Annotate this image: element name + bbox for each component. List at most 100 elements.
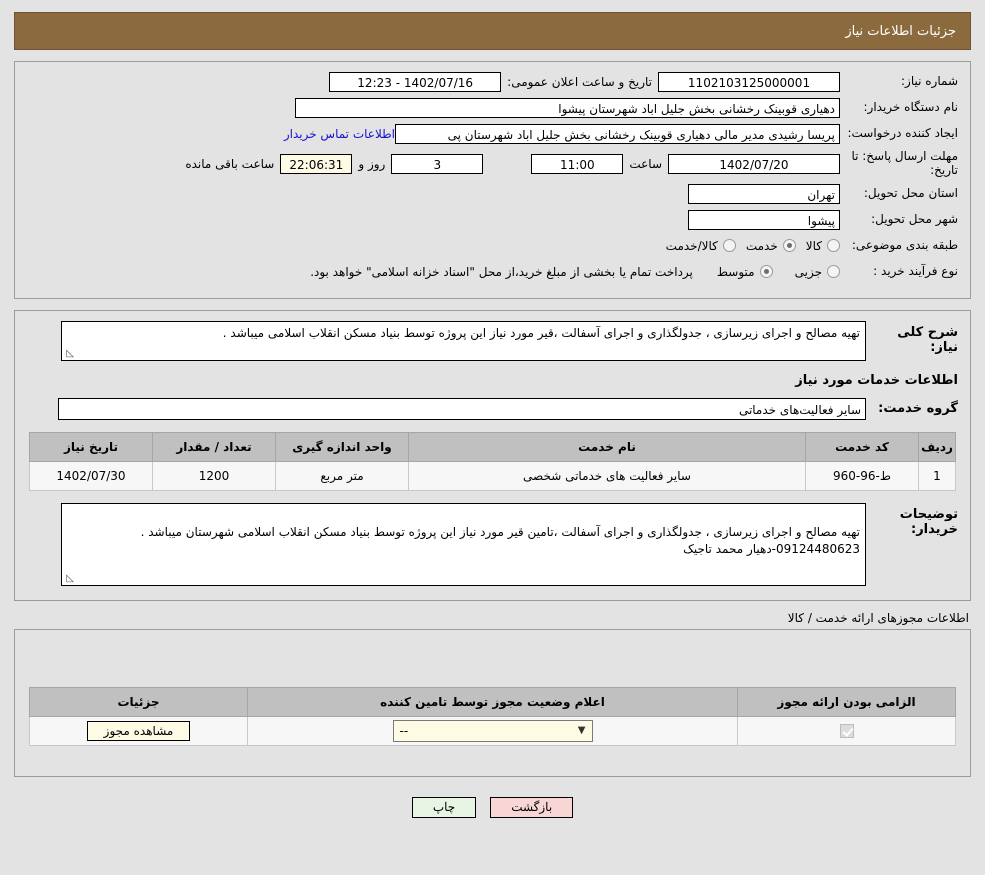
days-label: روز و bbox=[358, 156, 386, 171]
cell-service-code: ط-96-960 bbox=[805, 460, 919, 491]
process-option-jozi[interactable]: جزیی bbox=[795, 265, 840, 279]
category-option-kala-label: کالا bbox=[805, 238, 822, 253]
category-option-khedmat-label: خدمت bbox=[745, 238, 778, 253]
services-table-wrap: ردیف کد خدمت نام خدمت واحد اندازه گیری ت… bbox=[27, 429, 958, 493]
city-label: شهر محل تحویل: bbox=[871, 211, 958, 226]
buyer-remarks-text: تهیه مصالح و اجرای زیرسازی ، جدولگذاری و… bbox=[140, 524, 860, 557]
category-option-kala-khedmat-label: کالا/خدمت bbox=[665, 238, 718, 253]
permit-status-value: -- bbox=[399, 724, 409, 739]
resize-grip-icon[interactable]: ◺ bbox=[64, 574, 74, 584]
th-row-no: ردیف bbox=[918, 431, 956, 462]
cell-permit-details: مشاهده مجوز bbox=[29, 716, 248, 747]
page-header: جزئیات اطلاعات نیاز bbox=[14, 12, 971, 50]
buyer-org-label: نام دستگاه خریدار: bbox=[863, 100, 959, 115]
cell-quantity: 1200 bbox=[152, 460, 276, 491]
need-description-text: تهیه مصالح و اجرای زیرسازی ، جدولگذاری و… bbox=[222, 325, 860, 340]
province-label: استان محل تحویل: bbox=[863, 185, 958, 200]
countdown-label: ساعت باقی مانده bbox=[185, 156, 275, 171]
deadline-label: مهلت ارسال پاسخ: تا تاریخ: bbox=[851, 149, 958, 177]
back-button[interactable]: بازگشت bbox=[490, 797, 574, 819]
th-need-date: تاریخ نیاز bbox=[29, 431, 153, 462]
countdown-field: 22:06:31 bbox=[280, 153, 353, 174]
buyer-remarks-label: توضیحات خریدار: bbox=[899, 506, 958, 537]
need-description-textarea[interactable]: تهیه مصالح و اجرای زیرسازی ، جدولگذاری و… bbox=[61, 320, 866, 361]
page-title: جزئیات اطلاعات نیاز bbox=[845, 23, 956, 39]
announce-label: تاریخ و ساعت اعلان عمومی: bbox=[507, 75, 652, 89]
payment-note: پرداخت تمام یا بخشی از مبلغ خرید،از محل … bbox=[310, 264, 693, 279]
permits-caption: اطلاعات مجوزهای ارائه خدمت / کالا bbox=[787, 611, 969, 626]
permit-required-checkbox bbox=[839, 724, 854, 739]
cell-permit-required bbox=[737, 716, 956, 747]
buyer-org-field[interactable]: دهیاری قوبینک رخشانی بخش جلیل اباد شهرست… bbox=[295, 98, 840, 118]
radio-motavaset-icon[interactable] bbox=[759, 265, 773, 279]
permits-panel: الزامی بودن ارائه مجوز اعلام وضعیت مجوز … bbox=[14, 629, 971, 778]
resize-grip-icon[interactable]: ◺ bbox=[64, 348, 74, 359]
province-row: استان محل تحویل: تهران bbox=[27, 183, 958, 204]
category-option-kala-khedmat[interactable]: کالا/خدمت bbox=[666, 239, 736, 253]
category-label: طبقه بندی موضوعی: bbox=[851, 237, 958, 252]
cell-service-name: سایر فعالیت های خدماتی شخصی bbox=[408, 460, 806, 491]
services-section-title: اطلاعات خدمات مورد نیاز bbox=[795, 372, 958, 388]
radio-jozi-icon[interactable] bbox=[827, 265, 840, 279]
permit-status-select[interactable]: ▼ -- bbox=[392, 720, 593, 743]
radio-khedmat-icon[interactable] bbox=[782, 239, 796, 253]
cell-row-no: 1 bbox=[918, 460, 956, 491]
remaining-days-field[interactable]: 3 bbox=[391, 153, 484, 174]
deadline-date-field[interactable]: 1402/07/20 bbox=[668, 153, 840, 174]
need-number-field[interactable]: 1102103125000001 bbox=[658, 72, 840, 92]
deadline-hour-label: ساعت bbox=[629, 156, 662, 171]
process-option-jozi-label: جزیی bbox=[794, 264, 822, 279]
process-row: نوع فرآیند خرید : جزیی متوسط پرداخت تمام… bbox=[27, 262, 958, 282]
th-service-name: نام خدمت bbox=[408, 431, 806, 462]
process-radio-group: جزیی متوسط bbox=[707, 265, 840, 279]
creator-field[interactable]: پریسا رشیدی مدیر مالی دهیاری قوبینک رخشا… bbox=[395, 124, 840, 144]
buyer-remarks-textarea[interactable]: تهیه مصالح و اجرای زیرسازی ، جدولگذاری و… bbox=[61, 502, 866, 587]
category-option-khedmat[interactable]: خدمت bbox=[746, 239, 796, 253]
table-row: 1 ط-96-960 سایر فعالیت های خدماتی شخصی م… bbox=[29, 460, 956, 491]
view-permit-button[interactable]: مشاهده مجوز bbox=[86, 721, 191, 742]
cell-unit: متر مربع bbox=[275, 460, 409, 491]
deadline-hour-field[interactable]: 11:00 bbox=[531, 153, 624, 174]
services-panel: شرح کلی نیاز: تهیه مصالح و اجرای زیرسازی… bbox=[14, 309, 971, 602]
process-label: نوع فرآیند خرید : bbox=[873, 263, 958, 278]
announce-date-field[interactable]: 1402/07/16 - 12:23 bbox=[329, 72, 502, 92]
chevron-down-icon: ▼ bbox=[577, 725, 586, 737]
permits-table-header-row: الزامی بودن ارائه مجوز اعلام وضعیت مجوز … bbox=[29, 687, 956, 718]
buyer-remarks-row: توضیحات خریدار: تهیه مصالح و اجرای زیرسا… bbox=[27, 502, 958, 587]
creator-label: ایجاد کننده درخواست: bbox=[847, 126, 958, 141]
radio-kala-icon[interactable] bbox=[827, 239, 840, 253]
th-permit-details: جزئیات bbox=[29, 687, 248, 718]
category-radio-group: کالا خدمت کالا/خدمت bbox=[656, 239, 840, 253]
print-button[interactable]: چاپ bbox=[411, 797, 477, 819]
city-row: شهر محل تحویل: پیشوا bbox=[27, 209, 958, 230]
deadline-row: مهلت ارسال پاسخ: تا تاریخ: 1402/07/20 سا… bbox=[27, 149, 958, 178]
th-permit-status: اعلام وضعیت مجوز توسط تامین کننده bbox=[247, 687, 738, 718]
buyer-org-row: نام دستگاه خریدار: دهیاری قوبینک رخشانی … bbox=[27, 98, 958, 118]
radio-kala-khedmat-icon[interactable] bbox=[722, 239, 736, 253]
need-info-panel: شماره نیاز: 1102103125000001 تاریخ و ساع… bbox=[14, 61, 971, 299]
category-row: طبقه بندی موضوعی: کالا خدمت کالا/خدمت bbox=[27, 236, 958, 256]
table-row: ▼ -- مشاهده مجوز bbox=[29, 716, 956, 747]
service-group-field[interactable]: سایر فعالیت‌های خدماتی bbox=[58, 397, 866, 420]
buyer-contact-link[interactable]: اطلاعات تماس خریدار bbox=[284, 127, 395, 141]
province-field[interactable]: تهران bbox=[688, 183, 840, 204]
city-field[interactable]: پیشوا bbox=[688, 209, 840, 230]
process-option-motavaset[interactable]: متوسط bbox=[717, 265, 773, 279]
need-description-row: شرح کلی نیاز: تهیه مصالح و اجرای زیرسازی… bbox=[27, 320, 958, 361]
services-table: ردیف کد خدمت نام خدمت واحد اندازه گیری ت… bbox=[29, 431, 956, 491]
th-service-code: کد خدمت bbox=[805, 431, 919, 462]
cell-need-date: 1402/07/30 bbox=[29, 460, 153, 491]
process-option-motavaset-label: متوسط bbox=[716, 264, 755, 279]
th-permit-required: الزامی بودن ارائه مجوز bbox=[737, 687, 956, 718]
need-number-row: شماره نیاز: 1102103125000001 تاریخ و ساع… bbox=[27, 72, 958, 92]
category-option-kala[interactable]: کالا bbox=[806, 239, 840, 253]
service-group-label: گروه خدمت: bbox=[878, 401, 958, 417]
service-group-row: گروه خدمت: سایر فعالیت‌های خدماتی bbox=[27, 397, 958, 420]
need-number-label: شماره نیاز: bbox=[901, 74, 958, 89]
permits-table-wrap: الزامی بودن ارائه مجوز اعلام وضعیت مجوز … bbox=[29, 687, 956, 768]
page-root: AriaTender.net جزئیات اطلاعات نیاز شماره… bbox=[0, 0, 985, 875]
permits-table: الزامی بودن ارائه مجوز اعلام وضعیت مجوز … bbox=[29, 687, 956, 747]
th-quantity: تعداد / مقدار bbox=[152, 431, 276, 462]
cell-permit-status: ▼ -- bbox=[247, 716, 738, 747]
services-table-header-row: ردیف کد خدمت نام خدمت واحد اندازه گیری ت… bbox=[29, 431, 956, 462]
